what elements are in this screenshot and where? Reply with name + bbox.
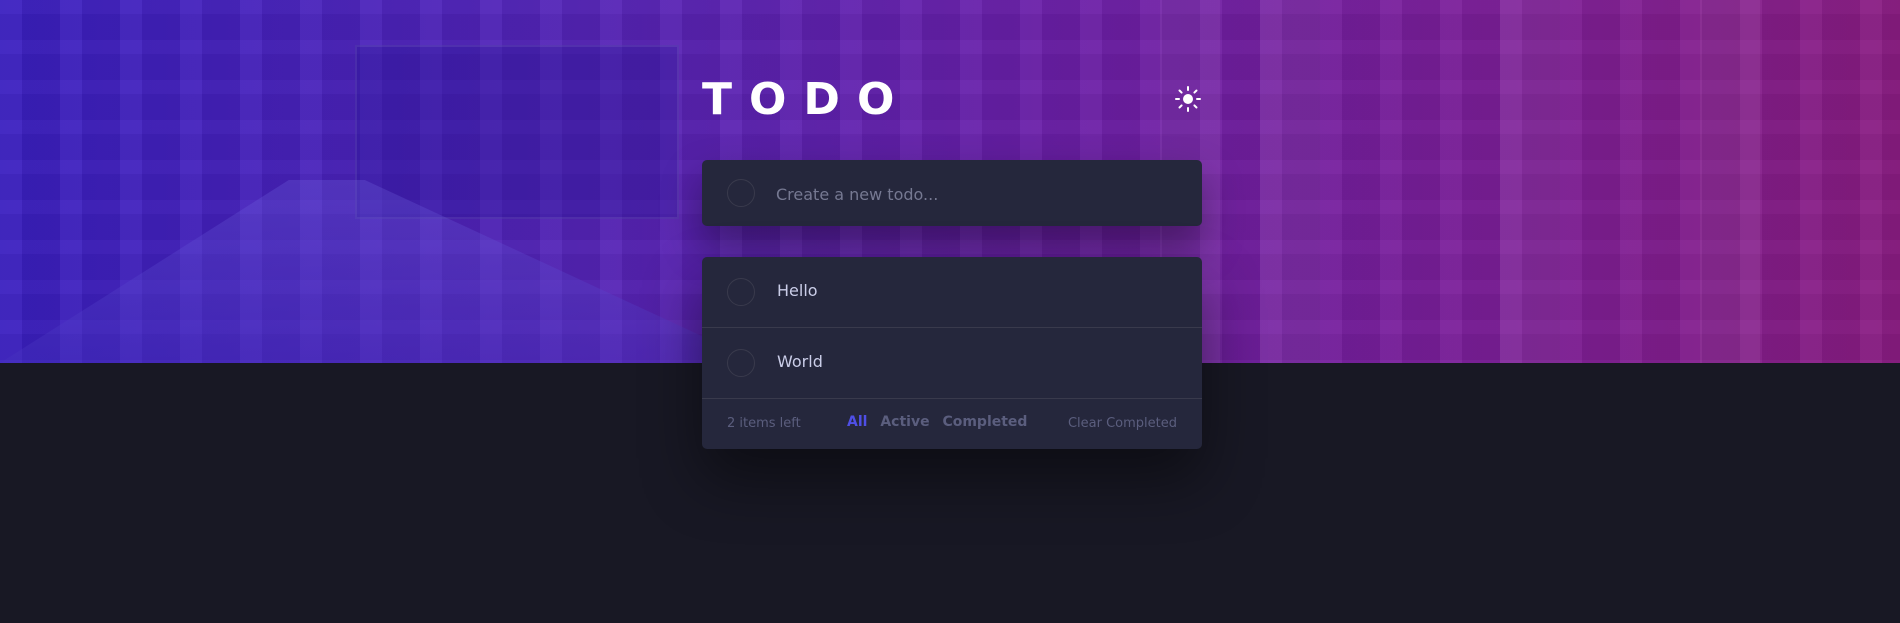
todo-item[interactable]: Hello xyxy=(702,257,1202,328)
todo-label: World xyxy=(777,352,823,371)
new-todo-checkbox[interactable] xyxy=(727,179,755,207)
hero-pillar xyxy=(1260,0,1320,363)
filter-completed-button[interactable]: Completed xyxy=(942,414,1027,430)
hero-corridor-shape xyxy=(355,45,679,219)
new-todo-bar xyxy=(702,160,1202,226)
hero-pillar xyxy=(1700,0,1760,363)
clear-completed-button[interactable]: Clear Completed xyxy=(1068,416,1177,431)
items-left-count: 2 items left xyxy=(727,416,801,431)
new-todo-input[interactable] xyxy=(774,177,1178,211)
todo-list: Hello World 2 items left All Active Comp… xyxy=(702,257,1202,449)
list-footer: 2 items left All Active Completed Clear … xyxy=(702,399,1202,449)
filter-active-button[interactable]: Active xyxy=(880,414,929,430)
todo-item[interactable]: World xyxy=(702,328,1202,399)
filter-group: All Active Completed xyxy=(847,414,1035,430)
app-header: TODO xyxy=(702,70,1202,130)
sun-icon xyxy=(1175,86,1201,112)
hero-pillar xyxy=(1500,0,1560,363)
todo-checkbox[interactable] xyxy=(727,349,755,377)
theme-toggle-button[interactable] xyxy=(1174,85,1202,113)
filter-all-button[interactable]: All xyxy=(847,414,867,430)
todo-label: Hello xyxy=(777,281,818,300)
app-title: TODO xyxy=(702,74,912,125)
todo-checkbox[interactable] xyxy=(727,278,755,306)
